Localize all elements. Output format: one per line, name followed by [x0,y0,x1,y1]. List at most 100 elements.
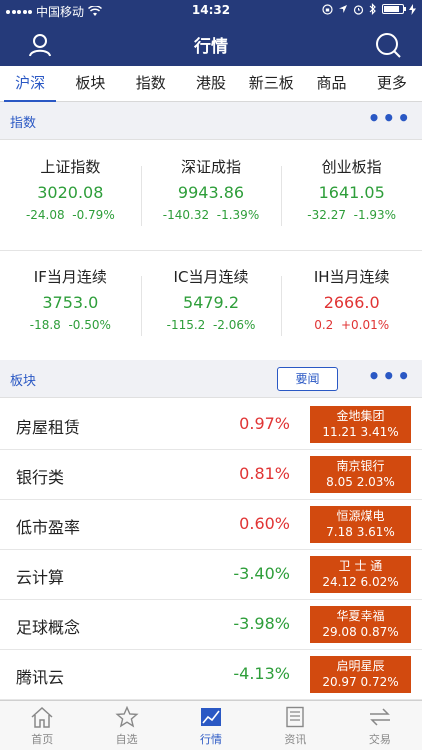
tab-index[interactable]: 指数 [121,66,181,101]
index-change: -115.2 -2.06% [166,318,256,332]
sector-name: 云计算 [16,568,65,587]
leader-stock-badge[interactable]: 华夏幸福 29.08 0.87% [310,606,411,643]
index-cell[interactable]: IH当月连续 2666.0 0.2 +0.01% [281,250,422,360]
sector-percent: 0.97% [239,414,290,433]
sector-percent: 0.60% [239,514,290,533]
bottom-tab-home[interactable]: 首页 [0,701,84,750]
sector-percent: -3.98% [233,614,290,633]
bottom-tab-label: 首页 [31,733,54,746]
index-cell[interactable]: 深证成指 9943.86 -140.32 -1.39% [140,140,282,250]
index-name: IH当月连续 [313,268,390,286]
exchange-icon [369,708,390,726]
bottom-tab-label: 交易 [368,733,391,746]
index-name: 创业板指 [321,158,382,176]
index-row: IF当月连续 3753.0 -18.8 -0.50% IC当月连续 5479.2… [0,250,422,360]
rotation-lock-icon [322,3,333,15]
status-bar: 中国移动 14:32 [0,0,422,22]
chart-icon [201,708,222,726]
index-value: 3753.0 [42,293,99,312]
sector-name: 低市盈率 [16,518,81,537]
leader-quote: 29.08 0.87% [322,625,399,639]
list-item[interactable]: 足球概念 -3.98% 华夏幸福 29.08 0.87% [0,600,422,650]
bottom-tab-news[interactable]: 资讯 [253,701,337,750]
leader-quote: 8.05 2.03% [326,475,395,489]
leader-name: 启明星辰 [336,659,385,673]
leader-stock-badge[interactable]: 南京银行 8.05 2.03% [310,456,411,493]
bottom-tab-label: 资讯 [284,733,307,746]
status-icons [322,3,416,15]
leader-name: 金地集团 [336,409,385,423]
sector-name: 银行类 [16,468,65,487]
leader-name: 卫 士 通 [338,559,383,573]
sector-percent: -4.13% [233,664,290,683]
index-section-header: 指数 ••• [0,102,422,140]
alarm-icon [353,4,364,15]
sector-percent: -3.40% [233,564,290,583]
tab-hk[interactable]: 港股 [181,66,241,101]
list-item[interactable]: 银行类 0.81% 南京银行 8.05 2.03% [0,450,422,500]
index-change: -18.8 -0.50% [29,318,111,332]
bottom-tab-label: 自选 [115,733,138,746]
sector-list: 房屋租赁 0.97% 金地集团 11.21 3.41% 银行类 0.81% 南京… [0,400,422,700]
index-cell[interactable]: 上证指数 3020.08 -24.08 -0.79% [0,140,141,250]
index-section-title: 指数 [10,116,37,131]
leader-stock-badge[interactable]: 启明星辰 20.97 0.72% [310,656,411,693]
index-name: 深证成指 [181,158,242,176]
sector-section-header: 板块 要闻 ••• [0,360,422,398]
index-cell[interactable]: IF当月连续 3753.0 -18.8 -0.50% [0,250,141,360]
index-cell[interactable]: 创业板指 1641.05 -32.27 -1.93% [281,140,422,250]
leader-stock-badge[interactable]: 金地集团 11.21 3.41% [310,406,411,443]
leader-quote: 11.21 3.41% [322,425,399,439]
location-icon [339,5,347,13]
leader-stock-badge[interactable]: 卫 士 通 24.12 6.02% [310,556,411,593]
list-item[interactable]: 云计算 -3.40% 卫 士 通 24.12 6.02% [0,550,422,600]
leader-quote: 24.12 6.02% [322,575,399,589]
bottom-tab-market[interactable]: 行情 [169,701,253,750]
index-name: IF当月连续 [33,268,107,286]
index-change: 0.2 +0.01% [314,318,390,332]
index-row: 上证指数 3020.08 -24.08 -0.79% 深证成指 9943.86 … [0,140,422,250]
leader-name: 南京银行 [336,459,385,473]
sector-name: 房屋租赁 [16,418,81,437]
tab-hushen[interactable]: 沪深 [0,66,60,102]
bottom-tab-trade[interactable]: 交易 [338,701,422,750]
index-value: 3020.08 [37,183,104,202]
bluetooth-icon [369,3,376,15]
index-name: IC当月连续 [173,268,249,286]
sector-section-title: 板块 [10,374,37,389]
list-item[interactable]: 房屋租赁 0.97% 金地集团 11.21 3.41% [0,400,422,450]
index-value: 2666.0 [323,293,380,312]
page-title: 行情 [194,37,228,57]
market-tabs: 沪深 板块 指数 港股 新三板 商品 更多 [0,66,422,102]
leader-quote: 20.97 0.72% [322,675,399,689]
search-icon[interactable] [374,31,402,59]
list-item[interactable]: 低市盈率 0.60% 恒源煤电 7.18 3.61% [0,500,422,550]
battery-icon [382,4,406,14]
bottom-tab-watchlist[interactable]: 自选 [84,701,168,750]
leader-stock-badge[interactable]: 恒源煤电 7.18 3.61% [310,506,411,543]
sector-name: 腾讯云 [16,668,65,687]
charging-icon [409,3,416,15]
index-change: -24.08 -0.79% [25,208,115,222]
leader-quote: 7.18 3.61% [326,525,395,539]
index-cell[interactable]: IC当月连续 5479.2 -115.2 -2.06% [140,250,282,360]
bottom-tab-label: 行情 [200,733,223,746]
sector-more-button[interactable]: ••• [368,366,412,386]
index-value: 9943.86 [177,183,245,202]
news-button[interactable]: 要闻 [277,367,338,391]
bottom-tab-bar: 首页 自选 行情 资讯 交易 [0,700,422,750]
index-value: 5479.2 [183,293,239,312]
index-change: -32.27 -1.93% [307,208,397,222]
tab-commodity[interactable]: 商品 [301,66,361,101]
tab-sector[interactable]: 板块 [60,66,120,101]
star-icon [115,706,139,728]
news-icon [286,706,305,728]
tab-neeq[interactable]: 新三板 [241,66,301,101]
index-value: 1641.05 [318,183,385,202]
index-more-button[interactable]: ••• [368,108,412,128]
list-item[interactable]: 腾讯云 -4.13% 启明星辰 20.97 0.72% [0,650,422,700]
leader-name: 华夏幸福 [336,609,385,623]
battery-level [384,6,400,12]
sector-percent: 0.81% [239,464,290,483]
tab-more[interactable]: 更多 [362,66,422,101]
